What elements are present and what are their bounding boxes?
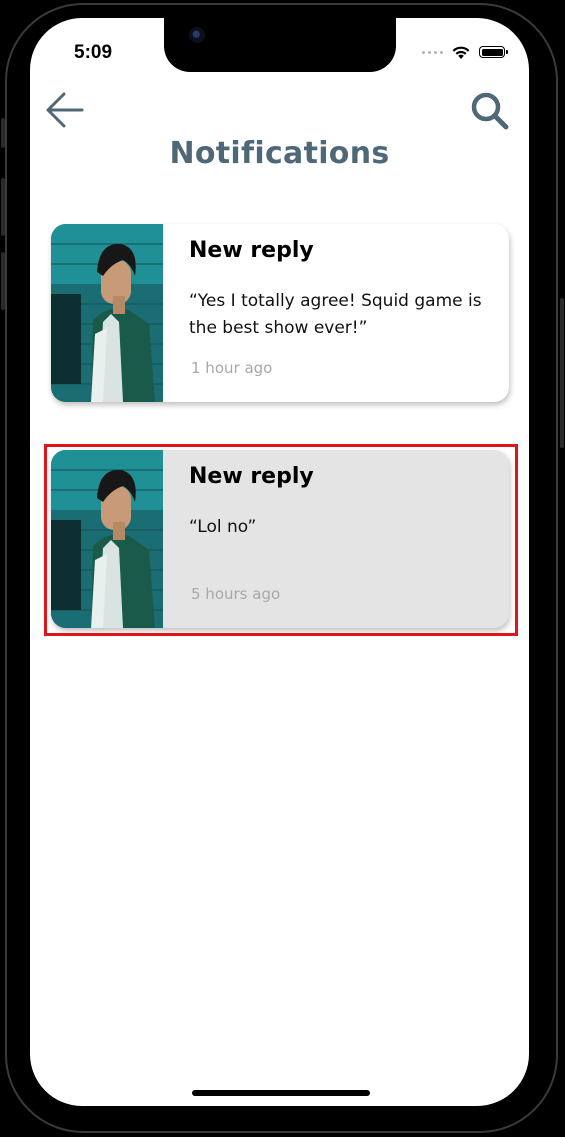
front-camera — [189, 27, 205, 43]
notification-time: 5 hours ago — [191, 585, 281, 603]
mute-switch — [1, 118, 5, 148]
home-indicator[interactable] — [192, 1090, 370, 1096]
notification-message: “Yes I totally agree! Squid game is the … — [189, 291, 482, 338]
notification-title: New reply — [189, 464, 314, 489]
phone-device: 5:09 Notifications New reply “Yes I tota… — [0, 0, 565, 1137]
status-time: 5:09 — [74, 42, 113, 63]
battery-icon — [479, 46, 508, 58]
notification-content: New reply “Lol no” 5 hours ago — [163, 450, 509, 628]
notification-thumbnail — [51, 224, 163, 402]
cellular-signal-icon — [422, 50, 443, 54]
page-title: Notifications — [169, 136, 390, 171]
notification-content: New reply “Yes I totally agree! Squid ga… — [163, 224, 509, 402]
volume-down-button — [1, 252, 5, 310]
app-screen: 5:09 Notifications New reply “Yes I tota… — [30, 18, 529, 1106]
arrow-left-icon[interactable] — [44, 90, 86, 130]
notification-thumbnail — [51, 450, 163, 628]
notification-title: New reply — [189, 238, 314, 263]
notification-card-selected[interactable]: New reply “Lol no” 5 hours ago — [51, 450, 509, 628]
status-icons — [422, 44, 508, 60]
power-button — [560, 298, 564, 448]
notification-card[interactable]: New reply “Yes I totally agree! Squid ga… — [51, 224, 509, 402]
notification-time: 1 hour ago — [191, 359, 273, 377]
notch — [164, 18, 396, 72]
wifi-icon — [452, 46, 470, 59]
volume-up-button — [1, 178, 5, 236]
notification-message: “Lol no” — [189, 517, 257, 537]
search-icon[interactable] — [469, 90, 511, 132]
